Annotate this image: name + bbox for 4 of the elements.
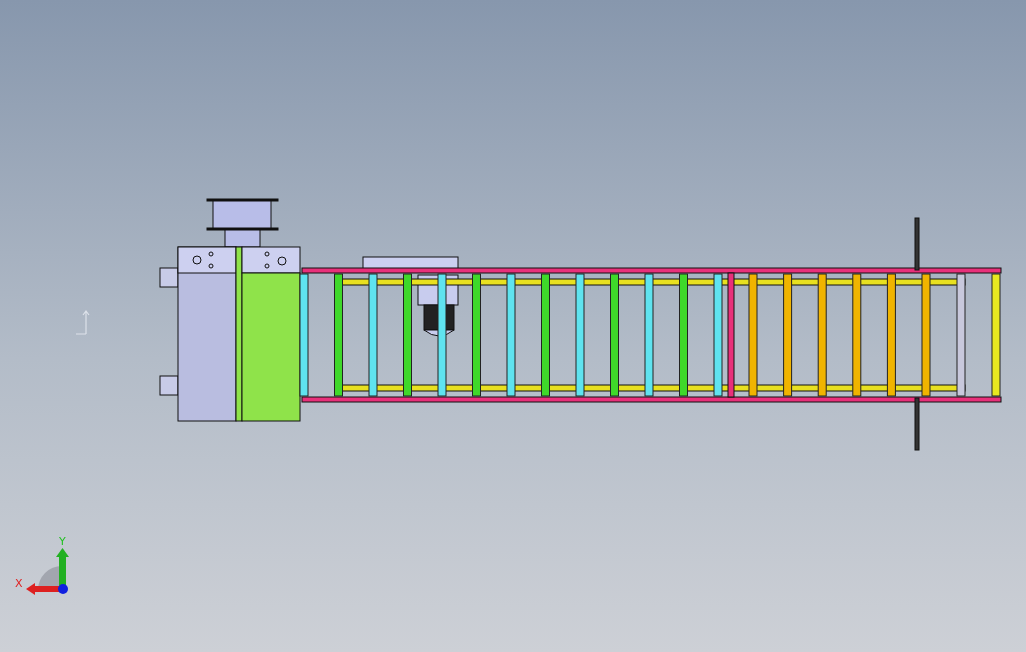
y-axis-label: Y	[59, 535, 66, 548]
origin-icon	[75, 310, 90, 335]
x-axis-label: X	[15, 577, 23, 590]
triad-drawing	[26, 548, 69, 595]
